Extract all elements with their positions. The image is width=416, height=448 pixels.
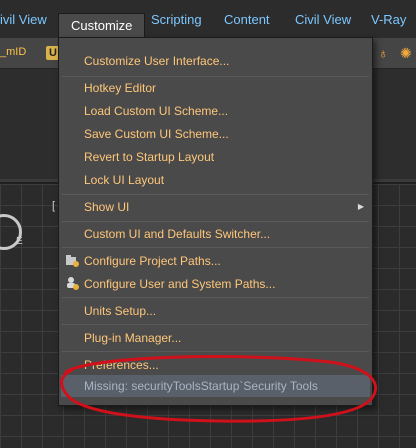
menu-item-hotkey-editor[interactable]: Hotkey Editor	[84, 81, 156, 95]
menu-item-custom-ui-defaults-switcher[interactable]: Custom UI and Defaults Switcher...	[84, 227, 270, 241]
menu-item-revert-to-startup-layout[interactable]: Revert to Startup Layout	[84, 150, 214, 164]
menu-item-units-setup[interactable]: Units Setup...	[84, 304, 156, 318]
menu-separator	[62, 76, 369, 77]
submenu-arrow-icon: ▶	[357, 202, 364, 211]
menu-item-load-custom-ui-scheme[interactable]: Load Custom UI Scheme...	[84, 104, 228, 118]
menu-separator	[62, 324, 369, 325]
menu-customize[interactable]: Customize	[58, 13, 146, 37]
menu-item-missing-security-tools[interactable]: Missing: securityToolsStartup`Security T…	[84, 379, 318, 393]
menu-civil-view-partial[interactable]: ivil View	[0, 12, 47, 27]
menu-civil-view[interactable]: Civil View	[295, 12, 351, 27]
menu-item-save-custom-ui-scheme[interactable]: Save Custom UI Scheme...	[84, 127, 229, 141]
menu-item-preferences[interactable]: Preferences...	[84, 358, 159, 372]
menu-item-customize-user-interface[interactable]: Customize User Interface...	[84, 54, 229, 68]
menu-item-lock-ui-layout[interactable]: Lock UI Layout	[84, 173, 164, 187]
viewport-label-bracket[interactable]: [	[52, 200, 55, 212]
customize-dropdown-menu: Customize User Interface... Hotkey Edito…	[58, 37, 373, 406]
project-folder-icon	[66, 255, 79, 267]
menu-item-plugin-manager[interactable]: Plug-in Manager...	[84, 331, 181, 345]
menu-scripting[interactable]: Scripting	[151, 12, 202, 27]
menu-separator	[62, 351, 369, 352]
menu-item-show-ui[interactable]: Show UI	[84, 200, 129, 214]
menu-separator	[62, 297, 369, 298]
menu-separator	[62, 221, 369, 222]
menu-item-configure-user-system-paths[interactable]: Configure User and System Paths...	[84, 277, 275, 291]
compass-east-label: E	[16, 236, 23, 247]
menu-separator	[62, 194, 369, 195]
sun-icon[interactable]: ✺	[400, 45, 412, 62]
menu-content[interactable]: Content	[224, 12, 270, 27]
menu-vray[interactable]: V-Ray	[371, 12, 406, 27]
toolbar-label: _mID	[0, 46, 27, 58]
menu-item-configure-project-paths[interactable]: Configure Project Paths...	[84, 254, 221, 268]
render-bulb-icon[interactable]: ♁	[378, 45, 389, 61]
menu-bar: ivil View Customize Scripting Content Ci…	[0, 0, 416, 39]
menu-separator	[62, 247, 369, 248]
user-settings-icon	[67, 277, 79, 290]
